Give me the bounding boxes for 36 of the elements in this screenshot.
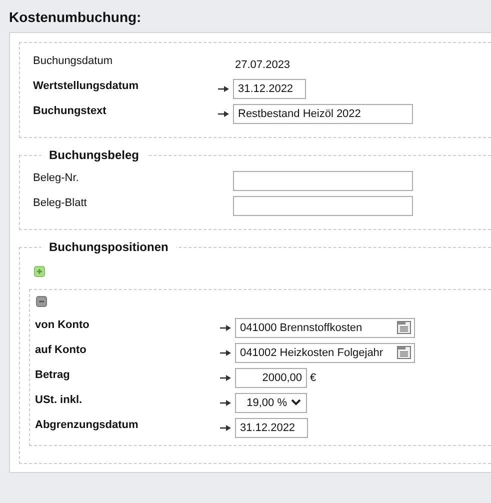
chevron-down-icon [291, 399, 301, 406]
arrow-icon [218, 86, 229, 92]
page-title: Kostenumbuchung: [8, 8, 142, 27]
field-label: Buchungsdatum [33, 54, 114, 66]
field-label: Wertstellungsdatum [33, 80, 140, 92]
section-title: Buchungsbeleg [48, 148, 140, 162]
field-label: Abgrenzungsdatum [35, 418, 140, 430]
currency-text: € [310, 372, 316, 384]
arrow-icon [218, 110, 229, 116]
amount-field[interactable]: 2000,00 [235, 368, 307, 388]
field-label: Buchungstext [33, 104, 108, 116]
arrow-icon [220, 400, 231, 406]
date-field[interactable]: 31.12.2022 [233, 78, 306, 98]
lookup-field[interactable]: 041000 Brennstoffkosten [235, 318, 415, 338]
add-icon[interactable] [34, 266, 45, 277]
field-label: auf Konto [35, 344, 88, 356]
input-field[interactable] [233, 170, 413, 190]
date-field[interactable]: 31.12.2022 [235, 418, 308, 438]
input-field[interactable]: Restbestand Heizöl 2022 [233, 104, 413, 124]
field-label: USt. inkl. [35, 394, 84, 406]
section-title: Buchungspositionen [48, 240, 170, 254]
arrow-icon [220, 374, 231, 380]
input-field[interactable] [233, 196, 413, 216]
field-label: Beleg-Blatt [33, 196, 88, 208]
field-label: Betrag [35, 368, 71, 380]
vat-dropdown[interactable]: 19,00 % [235, 392, 307, 412]
remove-icon[interactable] [36, 296, 47, 307]
arrow-icon [220, 324, 231, 330]
arrow-icon [220, 424, 231, 430]
field-label: von Konto [35, 318, 90, 330]
value-text: 27.07.2023 [234, 58, 290, 70]
field-label: Beleg-Nr. [33, 172, 80, 184]
lookup-field[interactable]: 041002 Heizkosten Folgejahr [235, 342, 415, 362]
arrow-icon [220, 350, 231, 356]
list-icon[interactable] [397, 346, 411, 359]
list-icon[interactable] [397, 321, 411, 334]
